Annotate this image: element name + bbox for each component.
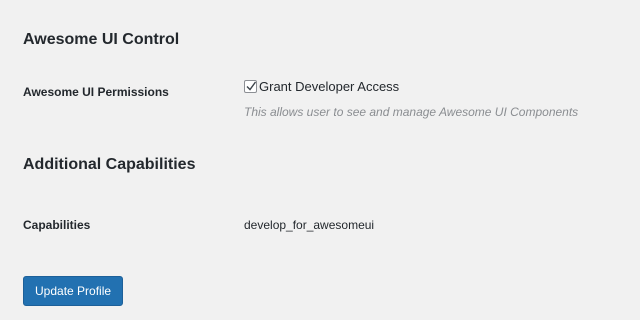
update-profile-button[interactable]: Update Profile	[23, 276, 124, 306]
permissions-label: Awesome UI Permissions	[23, 85, 169, 99]
capabilities-label: Capabilities	[23, 218, 91, 232]
awesome-ui-control-heading: Awesome UI Control	[23, 31, 180, 48]
capabilities-value: develop_for_awesomeui	[244, 218, 375, 232]
grant-developer-access-row[interactable]: Grant Developer Access	[244, 79, 399, 94]
additional-capabilities-heading: Additional Capabilities	[23, 156, 196, 173]
profile-settings-page: Awesome UI Control Awesome UI Permission…	[0, 0, 640, 320]
permissions-description: This allows user to see and manage Aweso…	[244, 105, 579, 119]
grant-developer-access-checkbox[interactable]	[244, 80, 257, 93]
checkmark-icon	[246, 81, 257, 91]
grant-developer-access-label[interactable]: Grant Developer Access	[259, 79, 399, 94]
